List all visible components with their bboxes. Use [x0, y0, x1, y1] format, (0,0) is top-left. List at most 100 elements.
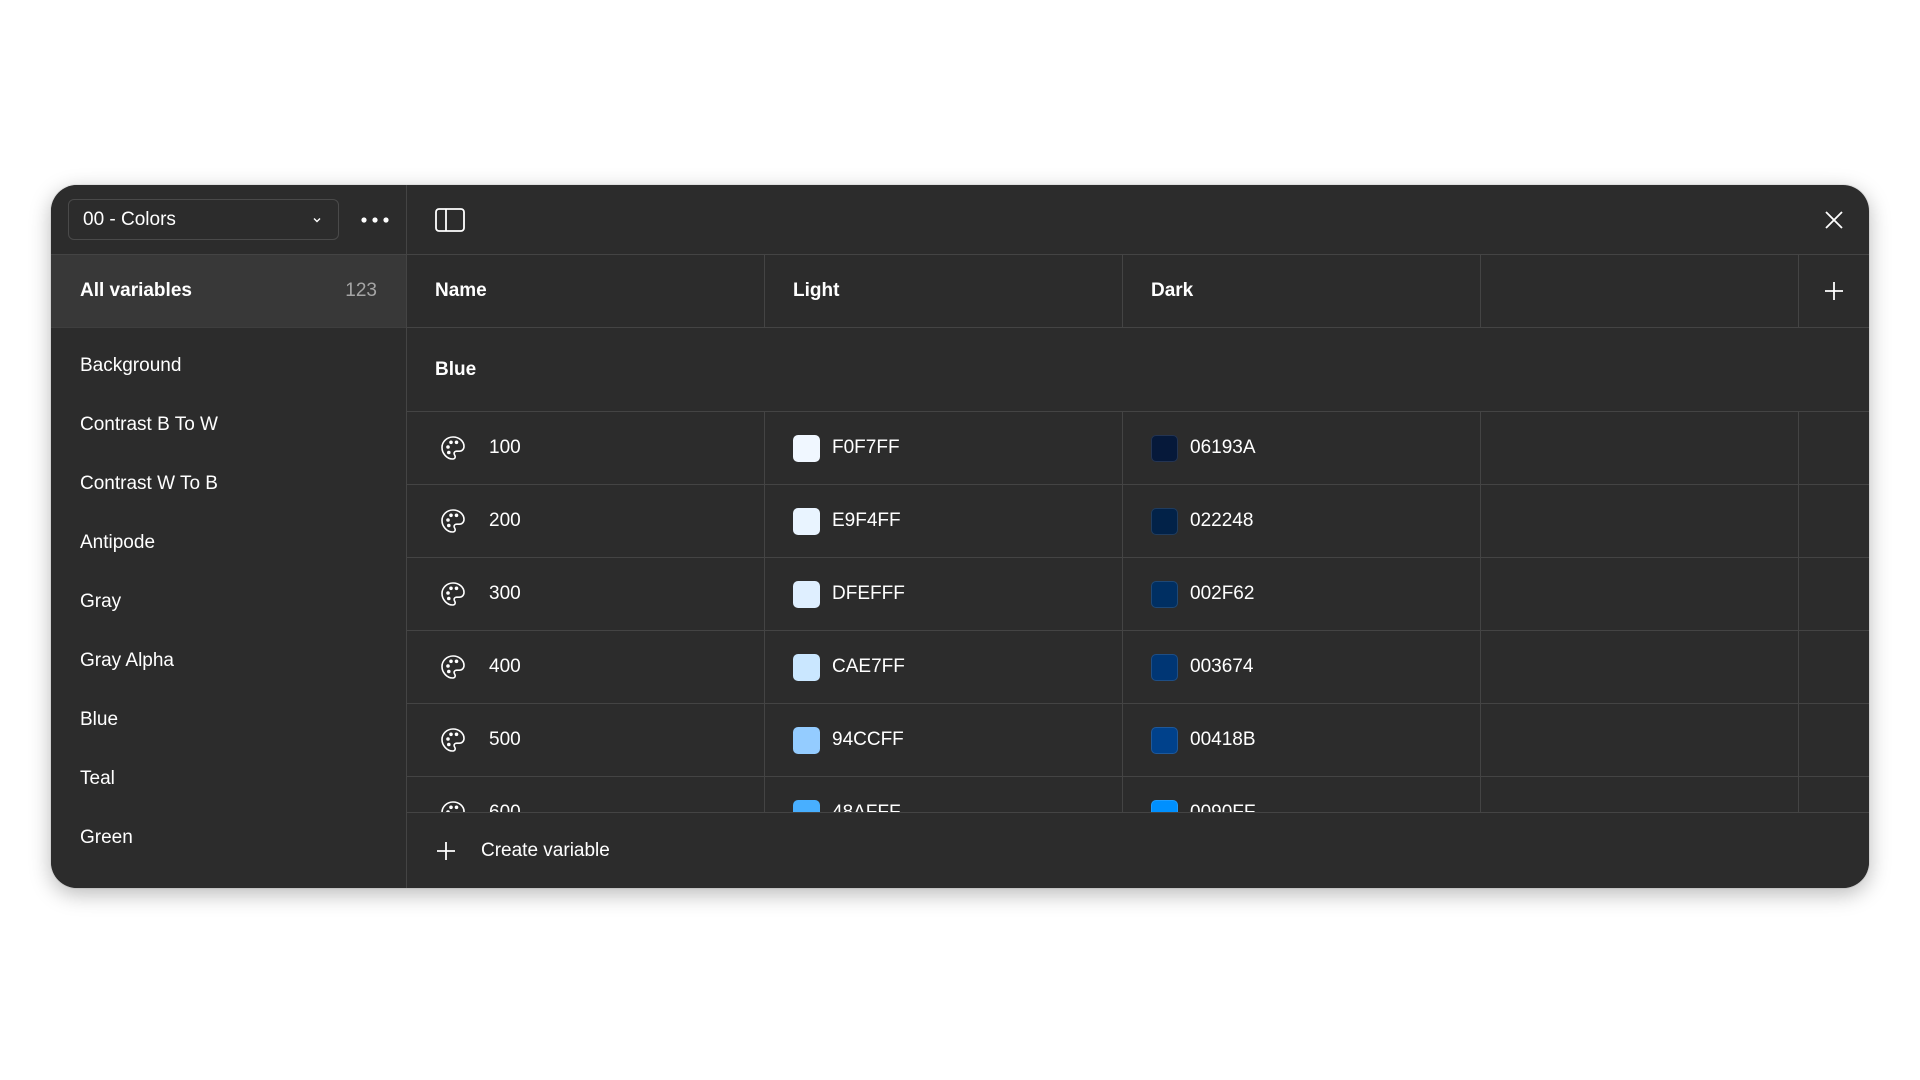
table-row[interactable]: 100 F0F7FF 06193A [407, 412, 1869, 485]
sidebar-item-teal[interactable]: Teal [51, 749, 406, 808]
light-color-swatch[interactable] [793, 799, 820, 812]
light-value: 94CCFF [832, 729, 904, 750]
all-variables-item[interactable]: All variables 123 [51, 255, 406, 328]
light-color-swatch[interactable] [793, 434, 820, 462]
empty-cell [1481, 631, 1799, 703]
table-row[interactable]: 300 DFEFFF 002F62 [407, 558, 1869, 631]
variable-name: 500 [489, 729, 521, 750]
table-row[interactable]: 600 48AFFF 0090FF [407, 777, 1869, 812]
create-variable-button[interactable]: Create variable [407, 812, 1869, 888]
dark-value: 003674 [1190, 656, 1254, 677]
dark-color-swatch[interactable] [1151, 799, 1178, 812]
sidebar-toggle-icon[interactable] [434, 207, 466, 233]
light-color-swatch[interactable] [793, 580, 820, 608]
sidebar-item-blue[interactable]: Blue [51, 690, 406, 749]
sidebar: 00 - Colors All variables 123 Background… [51, 185, 407, 888]
sidebar-item-contrast-b-to-w[interactable]: Contrast B To W [51, 395, 406, 454]
table-row[interactable]: 200 E9F4FF 022248 [407, 485, 1869, 558]
dark-value-cell[interactable]: 003674 [1123, 631, 1481, 703]
light-value: F0F7FF [832, 437, 900, 458]
dark-value: 00418B [1190, 729, 1256, 750]
add-mode-button[interactable] [1799, 255, 1869, 327]
column-header-dark[interactable]: Dark [1123, 255, 1481, 327]
empty-cell [1481, 704, 1799, 776]
empty-cell [1799, 412, 1869, 484]
close-icon[interactable] [1821, 207, 1847, 233]
variable-name-cell[interactable]: 100 [407, 412, 765, 484]
dark-value-cell[interactable]: 002F62 [1123, 558, 1481, 630]
variables-main: Name Light Dark Blue 100 F0F7FF 06193A 200 E… [407, 185, 1869, 888]
empty-cell [1799, 704, 1869, 776]
plus-icon [437, 841, 455, 860]
sidebar-item-gray-alpha[interactable]: Gray Alpha [51, 631, 406, 690]
variable-name-cell[interactable]: 300 [407, 558, 765, 630]
sidebar-item-contrast-w-to-b[interactable]: Contrast W To B [51, 454, 406, 513]
variable-name-cell[interactable]: 500 [407, 704, 765, 776]
light-value-cell[interactable]: F0F7FF [765, 412, 1123, 484]
light-value-cell[interactable]: E9F4FF [765, 485, 1123, 557]
light-color-swatch[interactable] [793, 653, 820, 681]
variable-name-cell[interactable]: 200 [407, 485, 765, 557]
create-variable-label: Create variable [481, 839, 610, 861]
dark-value-cell[interactable]: 06193A [1123, 412, 1481, 484]
column-header-empty [1481, 255, 1799, 327]
dark-value-cell[interactable]: 022248 [1123, 485, 1481, 557]
dark-value-cell[interactable]: 00418B [1123, 704, 1481, 776]
empty-cell [1481, 558, 1799, 630]
palette-icon [441, 655, 465, 679]
light-value: CAE7FF [832, 656, 905, 677]
dark-color-swatch[interactable] [1151, 726, 1178, 754]
variable-name: 300 [489, 583, 521, 604]
empty-cell [1799, 777, 1869, 812]
toolbar [407, 185, 1869, 255]
variable-name-cell[interactable]: 600 [407, 777, 765, 812]
light-color-swatch[interactable] [793, 507, 820, 535]
light-value-cell[interactable]: DFEFFF [765, 558, 1123, 630]
empty-cell [1481, 412, 1799, 484]
sidebar-item-gray[interactable]: Gray [51, 572, 406, 631]
light-value-cell[interactable]: CAE7FF [765, 631, 1123, 703]
light-value-cell[interactable]: 94CCFF [765, 704, 1123, 776]
column-header-name[interactable]: Name [407, 255, 765, 327]
dark-value-cell[interactable]: 0090FF [1123, 777, 1481, 812]
dark-value: 022248 [1190, 510, 1254, 531]
collection-select[interactable]: 00 - Colors [68, 199, 339, 240]
dark-value: 002F62 [1190, 583, 1255, 604]
empty-cell [1799, 485, 1869, 557]
more-icon [361, 217, 389, 223]
palette-icon [441, 582, 465, 606]
dark-color-swatch[interactable] [1151, 580, 1178, 608]
palette-icon [441, 436, 465, 460]
dark-color-swatch[interactable] [1151, 507, 1178, 535]
light-value: DFEFFF [832, 583, 905, 604]
sidebar-item-green[interactable]: Green [51, 808, 406, 867]
empty-cell [1799, 558, 1869, 630]
sidebar-item-antipode[interactable]: Antipode [51, 513, 406, 572]
chevron-down-icon [313, 217, 321, 222]
variable-name: 600 [489, 802, 521, 812]
all-variables-count: 123 [345, 280, 377, 301]
light-color-swatch[interactable] [793, 726, 820, 754]
variable-rows: 100 F0F7FF 06193A 200 E9F4FF 022248 300 DFEFFF 0… [407, 412, 1869, 812]
dark-color-swatch[interactable] [1151, 434, 1178, 462]
palette-icon [441, 728, 465, 752]
variable-name: 400 [489, 656, 521, 677]
dark-color-swatch[interactable] [1151, 653, 1178, 681]
all-variables-label: All variables [80, 280, 192, 301]
variables-table: Name Light Dark Blue 100 F0F7FF 06193A 200 E… [407, 255, 1869, 812]
column-header-light[interactable]: Light [765, 255, 1123, 327]
light-value-cell[interactable]: 48AFFF [765, 777, 1123, 812]
table-row[interactable]: 500 94CCFF 00418B [407, 704, 1869, 777]
variables-panel: 00 - Colors All variables 123 Background… [51, 185, 1869, 888]
sidebar-item-background[interactable]: Background [51, 336, 406, 395]
more-options-button[interactable] [357, 205, 393, 235]
light-value: E9F4FF [832, 510, 901, 531]
table-row[interactable]: 400 CAE7FF 003674 [407, 631, 1869, 704]
variable-name-cell[interactable]: 400 [407, 631, 765, 703]
group-heading: Blue [407, 328, 1869, 412]
variable-name: 200 [489, 510, 521, 531]
plus-icon [1825, 282, 1843, 300]
sidebar-header: 00 - Colors [51, 185, 406, 255]
sidebar-item-amber[interactable]: Amber [51, 867, 406, 889]
dark-value: 06193A [1190, 437, 1256, 458]
